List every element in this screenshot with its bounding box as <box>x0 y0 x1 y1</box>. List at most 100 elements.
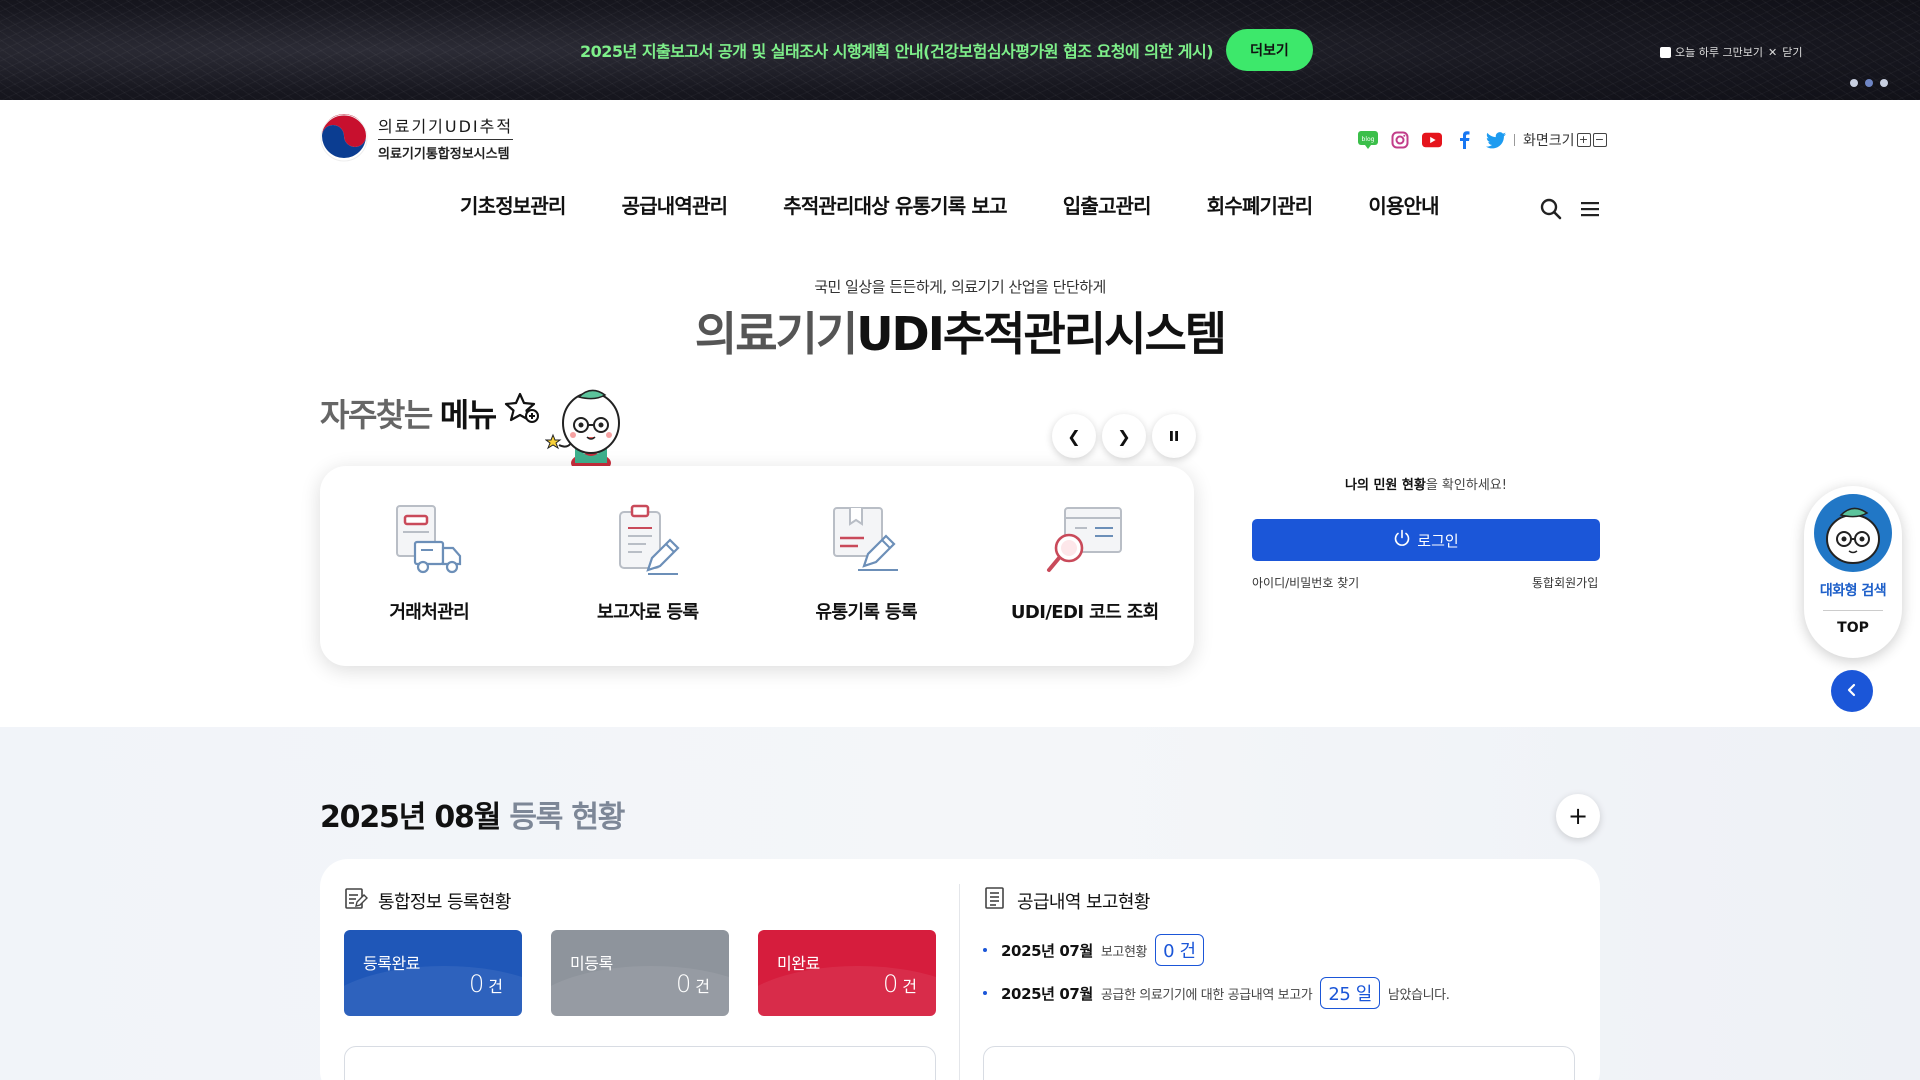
logo-title: 의료기기UDI추적 <box>378 113 514 140</box>
supplier-truck-icon <box>389 504 469 578</box>
favorite-item-supplier[interactable]: 거래처관리 <box>320 466 539 666</box>
stat-label: 등록완료 <box>363 954 420 973</box>
banner-text: 2025년 지출보고서 공개 및 실태조사 시행계획 안내(건강보험심사평가원 … <box>580 42 1214 61</box>
nav-item-recall[interactable]: 회수폐기관리 <box>1207 190 1313 219</box>
stat-unit: 건 <box>695 977 710 996</box>
scroll-top-button[interactable]: TOP <box>1837 620 1869 636</box>
favorite-item-report[interactable]: 보고자료 등록 <box>539 466 758 666</box>
divider <box>959 884 960 1080</box>
stat-unregistered[interactable]: 미등록 0건 <box>551 930 729 1016</box>
stat-incomplete[interactable]: 미완료 0건 <box>758 930 936 1016</box>
banner-close-button[interactable]: ✕ 닫기 <box>1768 44 1802 60</box>
favorite-item-label: UDI/EDI 코드 조회 <box>1010 602 1159 623</box>
supply-row-period: 2025년 07월 <box>1001 941 1093 960</box>
pause-button[interactable] <box>1152 414 1196 458</box>
zoom-in-icon[interactable]: + <box>1576 133 1591 147</box>
zoom-out-icon[interactable]: − <box>1592 133 1607 147</box>
twitter-icon[interactable] <box>1486 130 1506 150</box>
chevron-left-icon: ❮ <box>1067 426 1081 446</box>
youtube-icon[interactable] <box>1422 130 1442 150</box>
banner-dot-active[interactable] <box>1865 79 1873 87</box>
stat-unit: 건 <box>488 977 503 996</box>
login-message: 나의 민원 현황을 확인하세요! <box>1252 474 1600 493</box>
supply-row-deadline: 2025년 07월 공급한 의료기기에 대한 공급내역 보고가 25 일 남았습… <box>983 977 1450 1009</box>
next-button[interactable]: ❯ <box>1102 414 1146 458</box>
panel-title: 통합정보 등록현황 <box>378 891 511 913</box>
logo-subtitle: 의료기기통합정보시스템 <box>378 147 510 162</box>
nav-item-inout[interactable]: 입출고관리 <box>1063 190 1152 219</box>
favorites-title-light: 자주찾는 <box>320 396 433 434</box>
font-size-label: 화면크기 <box>1523 133 1575 149</box>
prev-button[interactable]: ❮ <box>1052 414 1096 458</box>
banner-today-checkbox[interactable]: 오늘 하루 그만보기 <box>1660 44 1763 60</box>
supply-row-value[interactable]: 0 건 <box>1155 934 1204 966</box>
login-button[interactable]: 로그인 <box>1252 519 1600 561</box>
stat-value: 0 <box>882 970 899 998</box>
svg-text:blog: blog <box>1362 136 1375 143</box>
supply-row-report: 2025년 07월 보고현황 0 건 <box>983 934 1204 966</box>
facebook-icon[interactable] <box>1454 130 1474 150</box>
stat-label: 미등록 <box>570 954 613 973</box>
chat-search-label[interactable]: 대화형 검색 <box>1820 580 1887 600</box>
search-icon[interactable] <box>1540 198 1562 224</box>
banner-pagination <box>1850 79 1888 87</box>
nav-item-tracking-report[interactable]: 추적관리대상 유통기록 보고 <box>783 190 1007 219</box>
favorite-item-label: 거래처관리 <box>389 602 470 623</box>
carousel-controls: ❮ ❯ <box>1052 414 1196 458</box>
pause-icon <box>1168 427 1180 446</box>
join-link[interactable]: 통합회원가입 <box>1532 574 1598 591</box>
supply-row-label: 공급한 의료기기에 대한 공급내역 보고가 <box>1100 987 1313 1003</box>
login-message-rest: 을 확인하세요! <box>1425 478 1507 493</box>
find-account-link[interactable]: 아이디/비밀번호 찾기 <box>1252 574 1359 591</box>
supply-detail-panel <box>983 1046 1575 1080</box>
favorite-item-label: 유통기록 등록 <box>815 602 918 623</box>
plus-icon: + <box>1567 802 1589 830</box>
social-links: blog 화면크기 + − <box>1358 130 1607 150</box>
chatbot-mascot-icon[interactable] <box>1814 494 1892 572</box>
report-clipboard-icon <box>608 504 688 578</box>
favorite-item-distribution[interactable]: 유통기록 등록 <box>757 466 976 666</box>
supply-row-period: 2025년 07월 <box>1001 984 1093 1003</box>
bullet-icon <box>983 948 987 952</box>
stat-unit: 건 <box>902 977 917 996</box>
nav-item-guide[interactable]: 이용안내 <box>1368 190 1439 219</box>
panel-title: 공급내역 보고현황 <box>1017 891 1150 913</box>
stat-value-wrap: 0건 <box>883 970 917 998</box>
star-add-icon <box>504 391 542 435</box>
power-icon <box>1393 529 1411 551</box>
banner-dot[interactable] <box>1880 79 1888 87</box>
header-tools <box>1540 198 1600 224</box>
floating-widget: 대화형 검색 TOP <box>1804 486 1902 658</box>
nav-item-supply[interactable]: 공급내역관리 <box>622 190 728 219</box>
banner-dot[interactable] <box>1850 79 1858 87</box>
menu-icon[interactable] <box>1580 200 1600 222</box>
code-search-icon <box>1045 504 1125 578</box>
login-message-bold: 나의 민원 현황 <box>1345 478 1426 493</box>
integrated-detail-panel <box>344 1046 936 1080</box>
site-logo[interactable]: 의료기기UDI추적 의료기기통합정보시스템 <box>320 113 514 162</box>
instagram-icon[interactable] <box>1390 130 1410 150</box>
document-edit-icon <box>344 886 368 915</box>
banner-more-button[interactable]: 더보기 <box>1226 29 1313 71</box>
hero-title-bold: UDI추적관리시스템 <box>856 307 1227 361</box>
stat-value: 0 <box>468 970 485 998</box>
mascot-character <box>544 383 625 473</box>
stat-registered[interactable]: 등록완료 0건 <box>344 930 522 1016</box>
favorites-card: 거래처관리 보고자료 등록 유통기록 등록 UDI/EDI 코드 조회 <box>320 466 1194 666</box>
close-icon: ✕ <box>1768 45 1778 59</box>
blog-icon[interactable]: blog <box>1358 130 1378 150</box>
nav-item-basic-info[interactable]: 기초정보관리 <box>460 190 566 219</box>
banner-today-label: 오늘 하루 그만보기 <box>1675 46 1763 59</box>
supply-row-label: 보고현황 <box>1100 944 1148 960</box>
favorites-title: 자주찾는 메뉴 <box>320 390 542 436</box>
checkbox-icon[interactable] <box>1660 46 1671 58</box>
favorites-title-bold: 메뉴 <box>439 396 497 434</box>
divider <box>1823 610 1883 611</box>
status-more-button[interactable]: + <box>1556 794 1600 838</box>
distribution-box-icon <box>826 504 906 578</box>
favorite-item-code-search[interactable]: UDI/EDI 코드 조회 <box>976 466 1195 666</box>
floating-collapse-button[interactable] <box>1831 670 1873 712</box>
chevron-right-icon: ❯ <box>1117 426 1131 446</box>
divider <box>1514 134 1515 146</box>
hero-subtitle: 국민 일상을 든든하게, 의료기기 산업을 단단하게 <box>814 278 1106 296</box>
